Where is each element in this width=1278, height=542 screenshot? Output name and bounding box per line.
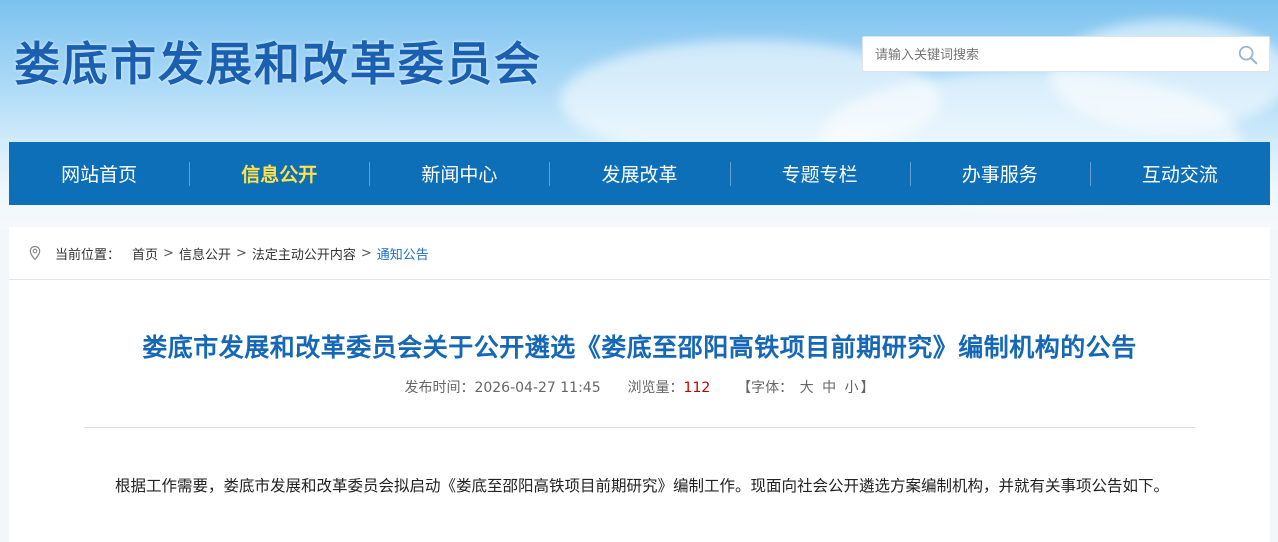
search-input[interactable] — [873, 42, 1217, 68]
nav-item-info-disclosure[interactable]: 信息公开 — [189, 142, 369, 205]
breadcrumb-statutory-content[interactable]: 法定主动公开内容 — [252, 244, 356, 263]
location-pin-icon — [29, 245, 41, 261]
nav-item-special-topics[interactable]: 专题专栏 — [729, 142, 910, 205]
breadcrumb-separator: > — [360, 245, 372, 261]
views-count: 112 — [683, 380, 711, 396]
font-size-medium[interactable]: 中 — [822, 380, 836, 396]
breadcrumb-label: 当前位置： — [55, 247, 121, 263]
font-size-close: 】 — [860, 380, 875, 396]
main-nav: 网站首页 信息公开 新闻中心 发展改革 专题专栏 办事服务 互动交流 — [9, 142, 1270, 205]
article-paragraph: 根据工作需要，娄底市发展和改革委员会拟启动《娄底至邵阳高铁项目前期研究》编制工作… — [115, 477, 1170, 495]
search-icon[interactable] — [1237, 44, 1259, 66]
publish-time: 2026-04-27 11:45 — [474, 380, 601, 396]
breadcrumb-info-disclosure[interactable]: 信息公开 — [179, 244, 231, 263]
nav-item-interaction[interactable]: 互动交流 — [1089, 142, 1270, 205]
breadcrumb-separator: > — [163, 245, 174, 261]
breadcrumb-notices[interactable]: 通知公告 — [377, 244, 429, 263]
breadcrumb-separator: > — [235, 245, 247, 261]
publish-time-label: 发布时间： — [404, 380, 475, 396]
site-title[interactable]: 娄底市发展和改革委员会 — [14, 28, 542, 94]
divider — [84, 427, 1195, 428]
breadcrumb: 当前位置： 首页 > 信息公开 > 法定主动公开内容 > 通知公告 — [9, 227, 1270, 280]
font-size-large[interactable]: 大 — [800, 380, 814, 396]
article-content: 娄底市发展和改革委员会关于公开遴选《娄底至邵阳高铁项目前期研究》编制机构的公告 … — [9, 280, 1270, 542]
article-meta: 发布时间：2026-04-27 11:45 浏览量：112 【字体： 大 中 小… — [9, 377, 1270, 397]
views-label: 浏览量： — [627, 380, 684, 396]
nav-item-development-reform[interactable]: 发展改革 — [549, 142, 729, 205]
nav-item-home[interactable]: 网站首页 — [9, 142, 189, 205]
nav-item-news-center[interactable]: 新闻中心 — [369, 142, 549, 205]
article-title: 娄底市发展和改革委员会关于公开遴选《娄底至邵阳高铁项目前期研究》编制机构的公告 — [142, 333, 1137, 362]
font-size-small[interactable]: 小 — [845, 380, 859, 396]
font-size-label: 【字体： — [737, 380, 794, 396]
search-box[interactable] — [862, 36, 1270, 72]
breadcrumb-home[interactable]: 首页 — [132, 244, 158, 263]
nav-item-services[interactable]: 办事服务 — [909, 142, 1090, 205]
